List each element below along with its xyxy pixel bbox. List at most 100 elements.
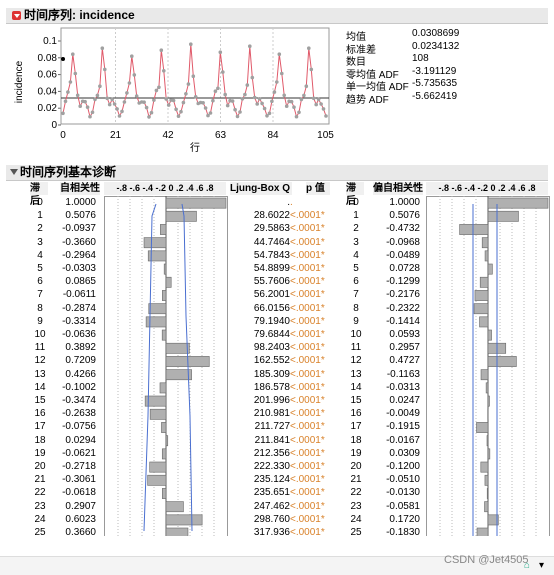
stat-value: -5.735635 (412, 78, 458, 89)
x-tick-label: 84 (267, 130, 279, 141)
series-point (189, 42, 193, 46)
table-cell-acf: -0.3660 (62, 236, 96, 248)
table-cell-acf: 0.3892 (65, 342, 96, 354)
x-axis-label: 行 (190, 141, 200, 154)
table-cell-q: 212.356 (253, 447, 290, 459)
collapse-triangle-icon[interactable] (10, 169, 18, 175)
table-cell-pacf: -0.0049 (386, 408, 420, 420)
table-cell-p: <.0001* (290, 342, 325, 354)
series-point (117, 114, 122, 118)
table-cell-lag: 23 (34, 500, 46, 512)
table-cell-q: 185.309 (253, 368, 290, 380)
col-acf: 自相关性 (60, 182, 100, 195)
section-header-timeseries[interactable]: 时间序列: incidence (6, 8, 548, 24)
series-point (206, 113, 210, 118)
y-tick-label: 0.02 (38, 103, 58, 114)
table-cell-acf: -0.0621 (62, 447, 96, 459)
table-cell-pacf: -0.4732 (386, 223, 420, 235)
acf-bar (149, 408, 167, 420)
pacf-bar (476, 422, 489, 433)
series-point (147, 115, 151, 119)
table-cell-acf: -0.2874 (62, 302, 96, 314)
table-cell-p: <.0001* (290, 434, 325, 446)
table-cell-acf: -0.3474 (62, 395, 96, 406)
table-cell-p: <.0001* (290, 395, 325, 406)
table-cell-p: <.0001* (290, 461, 325, 472)
series-point (289, 99, 294, 104)
y-tick-label: 0 (51, 120, 57, 131)
table-cell-lag: 12 (350, 355, 362, 367)
table-cell-acf: -0.1002 (62, 381, 96, 393)
table-cell-lag: 6 (37, 276, 43, 288)
pacf-bar (487, 263, 493, 275)
table-cell-q: 29.5863 (253, 223, 290, 235)
table-cell-q: 79.1940 (253, 315, 290, 327)
table-cell-q: 298.760 (253, 513, 290, 525)
table-cell-lag: 15 (350, 395, 362, 406)
acf-bar (149, 461, 167, 473)
table-cell-q: 222.330 (253, 461, 290, 472)
table-cell-lag: 9 (353, 315, 359, 327)
table-cell-p: <.0001* (290, 263, 325, 274)
series-point (294, 114, 299, 119)
series-point (277, 52, 282, 56)
pacf-bar (486, 488, 489, 499)
series-point (90, 110, 95, 115)
table-cell-q: 54.7843 (253, 249, 290, 261)
series-point (203, 106, 208, 110)
series-point (309, 67, 314, 72)
table-cell-q: 66.0156 (253, 302, 290, 314)
acf-bar (162, 290, 167, 301)
table-cell-acf: 1.0000 (65, 197, 96, 208)
series-point (282, 93, 287, 98)
table-cell-lag: 13 (350, 368, 362, 380)
table-cell-q: 79.6844 (253, 329, 290, 340)
table-cell-q: 28.6022 (253, 210, 290, 222)
table-cell-pacf: 0.0309 (389, 447, 420, 459)
table-cell-lag: 8 (37, 302, 43, 314)
table-cell-p: <.0001* (290, 408, 325, 420)
table-cell-pacf: -0.2176 (386, 289, 420, 301)
series-point (144, 105, 149, 110)
series-point (257, 97, 262, 101)
dropdown-icon[interactable]: ▾ (539, 560, 544, 571)
table-cell-acf: 0.3660 (65, 527, 96, 538)
table-cell-pacf: 0.4727 (389, 355, 420, 367)
pacf-bar (487, 329, 492, 341)
table-cell-pacf: -0.0130 (386, 487, 420, 499)
series-point (110, 97, 114, 102)
pacf-bar (485, 382, 489, 394)
table-cell-p: <.0001* (290, 527, 325, 538)
table-cell-p: <.0001* (290, 210, 325, 222)
pacf-bar (487, 448, 491, 460)
table-cell-q: 235.651 (253, 487, 290, 499)
table-cell-lag: 8 (353, 302, 359, 314)
red-triangle-menu-icon[interactable] (12, 11, 21, 20)
section-title: 时间序列: incidence (24, 8, 135, 22)
table-cell-acf: -0.3061 (62, 474, 96, 486)
acf-bar (165, 514, 203, 526)
section-header-diagnostics[interactable]: 时间序列基本诊断 (6, 165, 548, 181)
table-cell-lag: 6 (353, 276, 359, 288)
y-tick-labels: 0.1 0.08 0.06 0.04 0.02 0 (38, 36, 61, 131)
series-points (61, 42, 328, 119)
table-cell-lag: 1 (37, 210, 43, 222)
table-cell-pacf: -0.1299 (386, 276, 420, 288)
table-cell-lag: 11 (34, 342, 46, 354)
y-axis-label: incidence (14, 60, 25, 103)
acf-bar (161, 329, 167, 341)
table-cell-lag: 17 (350, 421, 362, 433)
table-cell-pacf: 0.2957 (389, 342, 420, 354)
table-cell-q: 56.2001 (253, 289, 290, 301)
table-cell-q: 54.8899 (253, 263, 290, 274)
table-cell-pacf: -0.2322 (386, 302, 420, 314)
series-point (299, 97, 304, 102)
table-cell-p: <.0001* (290, 276, 325, 288)
series-point (211, 98, 215, 103)
series-point (240, 97, 245, 101)
series-point (132, 73, 137, 77)
stat-label: 趋势 ADF (346, 94, 389, 106)
table-cell-lag: 5 (353, 263, 359, 274)
table-cell-lag: 22 (34, 487, 46, 499)
series-point (275, 80, 279, 84)
